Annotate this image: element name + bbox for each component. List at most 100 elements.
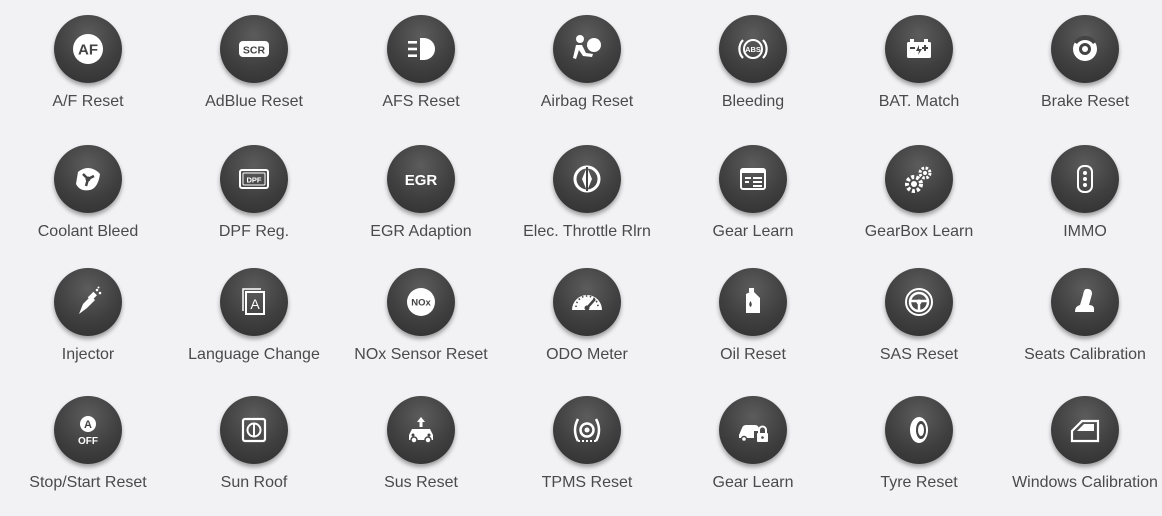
svg-text:NOx: NOx <box>411 298 431 309</box>
odo-meter-tile[interactable]: ODO Meter <box>504 268 670 388</box>
seat-icon <box>1075 288 1094 312</box>
bleeding-button[interactable]: ABS <box>719 15 787 83</box>
sas-reset-tile[interactable]: SAS Reset <box>836 268 1002 388</box>
svg-text:A: A <box>250 296 260 312</box>
stop-start-reset-tile[interactable]: A OFF Stop/Start Reset <box>5 396 171 516</box>
odo-meter-label: ODO Meter <box>546 346 628 363</box>
af-reset-label: A/F Reset <box>52 93 124 110</box>
gearbox-learn-tile[interactable]: GearBox Learn <box>836 145 1002 265</box>
dpf-reg-label: DPF Reg. <box>218 223 290 240</box>
sas-reset-label: SAS Reset <box>879 346 959 363</box>
brake-reset-label: Brake Reset <box>1040 93 1130 110</box>
language-change-tile[interactable]: A Language Change <box>171 268 337 388</box>
seats-calibration-tile[interactable]: Seats Calibration <box>1002 268 1162 388</box>
windows-calibration-button[interactable] <box>1051 396 1119 464</box>
sun-roof-button[interactable] <box>220 396 288 464</box>
gear-learn-tile-2[interactable]: Gear Learn <box>670 396 836 516</box>
immo-button[interactable] <box>1051 145 1119 213</box>
sun-roof-tile[interactable]: Sun Roof <box>171 396 337 516</box>
oil-reset-tile[interactable]: Oil Reset <box>670 268 836 388</box>
adblue-reset-tile[interactable]: SCR AdBlue Reset <box>171 15 337 135</box>
sus-reset-button[interactable] <box>387 396 455 464</box>
car-lock-icon <box>739 425 768 443</box>
egr-adaption-label: EGR Adaption <box>370 223 472 240</box>
gear-learn-tile-1[interactable]: Gear Learn <box>670 145 836 265</box>
gearbox-learn-button[interactable] <box>885 145 953 213</box>
language-change-label: Language Change <box>188 346 320 363</box>
sus-reset-tile[interactable]: Sus Reset <box>338 396 504 516</box>
af-reset-button[interactable]: AF <box>54 15 122 83</box>
fan-icon <box>76 168 100 191</box>
svg-text:SCR: SCR <box>243 45 266 57</box>
injector-tile[interactable]: Injector <box>5 268 171 388</box>
gears-icon <box>905 166 932 193</box>
sus-reset-label: Sus Reset <box>384 474 458 491</box>
elec-throttle-button[interactable] <box>553 145 621 213</box>
gear-learn-button-1[interactable] <box>719 145 787 213</box>
tyre-reset-button[interactable] <box>885 396 953 464</box>
oil-can-icon <box>746 288 760 313</box>
dpf-reg-button[interactable]: DPF <box>220 145 288 213</box>
tpms-icon <box>573 418 601 442</box>
immo-label: IMMO <box>1063 223 1107 240</box>
brake-reset-tile[interactable]: Brake Reset <box>1002 15 1162 135</box>
bleeding-label: Bleeding <box>721 93 785 110</box>
adblue-reset-button[interactable]: SCR <box>220 15 288 83</box>
nox-sensor-reset-label: NOx Sensor Reset <box>354 346 488 363</box>
key-fob-icon <box>1077 165 1093 193</box>
sunroof-icon <box>241 417 267 443</box>
bat-match-label: BAT. Match <box>878 93 960 110</box>
elec-throttle-label: Elec. Throttle Rlrn <box>523 223 651 240</box>
injector-button[interactable] <box>54 268 122 336</box>
odo-meter-button[interactable] <box>553 268 621 336</box>
egr-icon: EGR <box>405 172 438 189</box>
coolant-bleed-button[interactable] <box>54 145 122 213</box>
oil-reset-button[interactable] <box>719 268 787 336</box>
egr-adaption-tile[interactable]: EGR EGR Adaption <box>338 145 504 265</box>
gear-learn-button-2[interactable] <box>719 396 787 464</box>
coolant-bleed-tile[interactable]: Coolant Bleed <box>5 145 171 265</box>
afs-reset-tile[interactable]: AFS Reset <box>338 15 504 135</box>
svg-text:DPF: DPF <box>247 176 262 185</box>
immo-tile[interactable]: IMMO <box>1002 145 1162 265</box>
afs-reset-button[interactable] <box>387 15 455 83</box>
window-icon <box>740 168 766 190</box>
oil-reset-label: Oil Reset <box>720 346 786 363</box>
brake-reset-button[interactable] <box>1051 15 1119 83</box>
tyre-reset-label: Tyre Reset <box>880 474 958 491</box>
afs-reset-label: AFS Reset <box>382 93 460 110</box>
seats-calibration-button[interactable] <box>1051 268 1119 336</box>
egr-adaption-button[interactable]: EGR <box>387 145 455 213</box>
bat-match-tile[interactable]: BAT. Match <box>836 15 1002 135</box>
language-change-button[interactable]: A <box>220 268 288 336</box>
airbag-reset-tile[interactable]: Airbag Reset <box>504 15 670 135</box>
sas-reset-button[interactable] <box>885 268 953 336</box>
car-window-icon <box>1070 419 1100 443</box>
af-reset-tile[interactable]: AF A/F Reset <box>5 15 171 135</box>
nox-icon: NOx <box>407 288 435 316</box>
coolant-bleed-label: Coolant Bleed <box>37 223 139 240</box>
elec-throttle-tile[interactable]: Elec. Throttle Rlrn <box>504 145 670 265</box>
tyre-icon <box>910 417 928 443</box>
tpms-reset-tile[interactable]: TPMS Reset <box>504 396 670 516</box>
nox-sensor-reset-button[interactable]: NOx <box>387 268 455 336</box>
bleeding-tile[interactable]: ABS Bleeding <box>670 15 836 135</box>
svg-text:A: A <box>84 419 92 431</box>
sun-roof-label: Sun Roof <box>220 474 288 491</box>
dpf-reg-tile[interactable]: DPF DPF Reg. <box>171 145 337 265</box>
gear-learn-label-2: Gear Learn <box>712 474 794 491</box>
bat-match-button[interactable] <box>885 15 953 83</box>
tpms-reset-button[interactable] <box>553 396 621 464</box>
windows-calibration-tile[interactable]: Windows Calibration <box>1002 396 1162 516</box>
windows-calibration-label: Windows Calibration <box>1012 474 1158 491</box>
stop-start-reset-label: Stop/Start Reset <box>29 474 147 491</box>
function-grid: AF A/F Reset SCR AdBlue Reset AFS Reset <box>0 0 1162 499</box>
nox-sensor-reset-tile[interactable]: NOx NOx Sensor Reset <box>338 268 504 388</box>
throttle-icon <box>573 165 601 193</box>
injector-icon <box>79 286 102 314</box>
stop-start-reset-button[interactable]: A OFF <box>54 396 122 464</box>
airbag-reset-button[interactable] <box>553 15 621 83</box>
svg-text:ABS: ABS <box>745 45 761 54</box>
injector-label: Injector <box>61 346 115 363</box>
tyre-reset-tile[interactable]: Tyre Reset <box>836 396 1002 516</box>
